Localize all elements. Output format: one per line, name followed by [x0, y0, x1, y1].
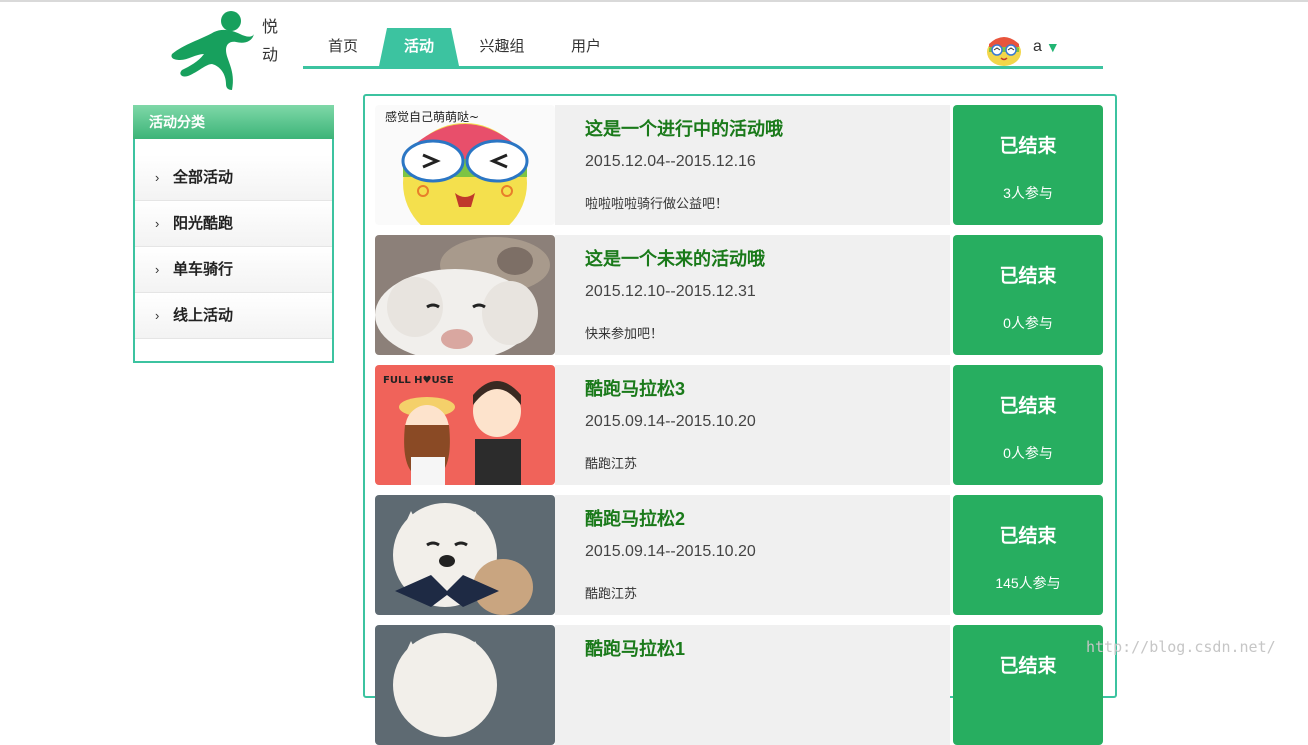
user-avatar[interactable]	[983, 26, 1025, 68]
status-label: 已结束	[999, 396, 1057, 417]
status-badge[interactable]: 已结束 0人参与	[953, 235, 1103, 355]
activity-card[interactable]: 感觉自己萌萌哒~ 这是一个进行中的活动哦 2015.12.04--2015.12…	[375, 105, 1103, 225]
activity-description: 酷跑江苏	[585, 586, 638, 601]
participant-count: 0人参与	[1003, 445, 1053, 461]
activity-description: 快来参加吧！	[585, 326, 664, 341]
chevron-right-icon: ›	[155, 262, 160, 277]
status-badge[interactable]: 已结束 3人参与	[953, 105, 1103, 225]
nav-tab-home[interactable]: 首页	[317, 28, 369, 66]
sidebar-item-sunshine-run[interactable]: › 阳光酷跑	[135, 201, 332, 247]
activity-date: 2015.12.10--2015.12.31	[585, 283, 756, 300]
activity-description: 酷跑江苏	[585, 456, 638, 471]
status-badge[interactable]: 已结束 145人参与	[953, 495, 1103, 615]
activity-image[interactable]	[375, 235, 555, 355]
chevron-right-icon: ›	[155, 170, 160, 185]
brand-char-2: 动	[262, 47, 279, 64]
status-label: 已结束	[999, 526, 1057, 547]
activity-info: 这是一个进行中的活动哦 2015.12.04--2015.12.16 啦啦啦啦骑…	[555, 105, 950, 225]
nav-tab-activities[interactable]: 活动	[379, 28, 459, 66]
activity-image[interactable]: FULL H♥USE	[375, 365, 555, 485]
brand-name: 悦 动	[262, 14, 286, 70]
nav-tab-users[interactable]: 用户	[561, 28, 611, 66]
image-caption: FULL H♥USE	[383, 375, 454, 386]
window-top-border	[0, 0, 1308, 2]
activity-title[interactable]: 酷跑马拉松2	[585, 505, 685, 531]
status-badge[interactable]: 已结束 0人参与	[953, 365, 1103, 485]
activity-info: 酷跑马拉松1	[555, 625, 950, 745]
activity-card[interactable]: 这是一个未来的活动哦 2015.12.10--2015.12.31 快来参加吧！…	[375, 235, 1103, 355]
brand-char-1: 悦	[262, 19, 279, 36]
activity-title[interactable]: 这是一个未来的活动哦	[585, 245, 765, 271]
activity-image[interactable]	[375, 625, 555, 745]
activity-date: 2015.09.14--2015.10.20	[585, 543, 756, 560]
sidebar-item-label: 全部活动	[173, 169, 234, 186]
activity-info: 这是一个未来的活动哦 2015.12.10--2015.12.31 快来参加吧！	[555, 235, 950, 355]
image-caption: 感觉自己萌萌哒~	[385, 109, 479, 124]
activity-card[interactable]: FULL H♥USE 酷跑马拉松3 2015.09.14--2015.10.20…	[375, 365, 1103, 485]
sidebar-item-label: 线上活动	[173, 307, 234, 324]
sidebar-item-online[interactable]: › 线上活动	[135, 293, 332, 339]
participant-count: 3人参与	[1003, 185, 1053, 201]
user-menu[interactable]: a ▼	[983, 26, 1060, 68]
status-label: 已结束	[999, 656, 1057, 677]
chevron-right-icon: ›	[155, 216, 160, 231]
sidebar-item-cycling[interactable]: › 单车骑行	[135, 247, 332, 293]
activity-list: 感觉自己萌萌哒~ 这是一个进行中的活动哦 2015.12.04--2015.12…	[363, 94, 1117, 745]
user-name[interactable]: a	[1033, 38, 1042, 56]
activity-date: 2015.12.04--2015.12.16	[585, 153, 756, 170]
activity-info: 酷跑马拉松2 2015.09.14--2015.10.20 酷跑江苏	[555, 495, 950, 615]
status-badge[interactable]: 已结束	[953, 625, 1103, 745]
activity-image[interactable]: 感觉自己萌萌哒~	[375, 105, 555, 225]
activity-info: 酷跑马拉松3 2015.09.14--2015.10.20 酷跑江苏	[555, 365, 950, 485]
activity-title[interactable]: 酷跑马拉松3	[585, 375, 685, 401]
participant-count: 145人参与	[995, 575, 1061, 591]
runner-logo[interactable]	[170, 8, 260, 92]
sidebar-item-label: 单车骑行	[173, 261, 234, 278]
caret-down-icon[interactable]: ▼	[1046, 39, 1060, 55]
activity-title[interactable]: 这是一个进行中的活动哦	[585, 115, 783, 141]
watermark: http://blog.csdn.net/	[1086, 638, 1276, 656]
status-label: 已结束	[999, 136, 1057, 157]
status-label: 已结束	[999, 266, 1057, 287]
activity-image[interactable]	[375, 495, 555, 615]
sidebar-title: 活动分类	[133, 105, 334, 139]
category-list: › 全部活动 › 阳光酷跑 › 单车骑行 › 线上活动	[135, 155, 332, 339]
participant-count: 0人参与	[1003, 315, 1053, 331]
sidebar-item-all-activities[interactable]: › 全部活动	[135, 155, 332, 201]
activity-card[interactable]: 酷跑马拉松1 已结束	[375, 625, 1103, 745]
activity-date: 2015.09.14--2015.10.20	[585, 413, 756, 430]
nav-tab-interest-groups[interactable]: 兴趣组	[471, 28, 533, 66]
activity-title[interactable]: 酷跑马拉松1	[585, 635, 685, 661]
activity-description: 啦啦啦啦骑行做公益吧！	[585, 196, 729, 211]
category-sidebar: 活动分类 › 全部活动 › 阳光酷跑 › 单车骑行 › 线上活动	[133, 105, 334, 363]
activity-card[interactable]: 酷跑马拉松2 2015.09.14--2015.10.20 酷跑江苏 已结束 1…	[375, 495, 1103, 615]
sidebar-item-label: 阳光酷跑	[173, 215, 234, 232]
chevron-right-icon: ›	[155, 308, 160, 323]
